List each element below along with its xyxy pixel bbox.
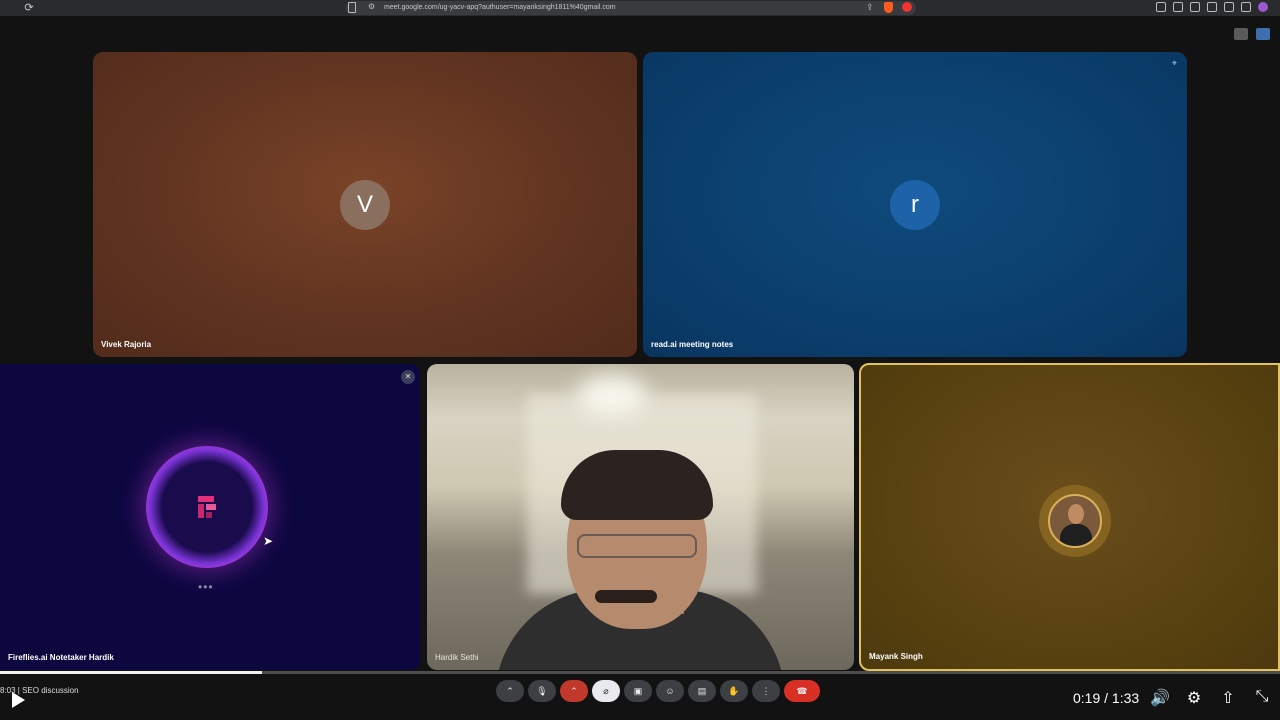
leo-icon[interactable] [1258,2,1268,12]
bottom-bar: 8:03 | SEO discussion ⌃ 🎙 ⌃ ⌀ ▣ ☺ ▤ ✋ ⋮ … [0,674,1280,720]
camera-options-button[interactable]: ⌃ [560,680,588,702]
participant-tile-read-ai[interactable]: ⌖ r read.ai meeting notes [643,52,1187,357]
tab-icon[interactable] [1173,2,1183,12]
apps-icon[interactable] [1256,28,1270,40]
avatar [1048,494,1102,548]
mic-off-icon: ✕ [401,370,415,384]
participant-name: Fireflies.ai Notetaker Hardik [8,653,114,662]
emoji-button[interactable]: ☺ [656,680,684,702]
raise-hand-button[interactable]: ✋ [720,680,748,702]
fullscreen-exit-icon[interactable]: ⤡ [1252,688,1272,708]
playback-time: 0:19 / 1:33 [1073,690,1140,706]
reload-icon[interactable]: ⟳ [22,1,36,15]
brave-shields-icon[interactable] [884,2,893,13]
volume-icon[interactable]: 🔊 [1150,688,1170,708]
captions-icon[interactable] [1234,28,1248,40]
participant-tile-vivek[interactable]: V Vivek Rajoria [93,52,637,357]
window-icon[interactable] [1207,2,1217,12]
present-button[interactable]: ▣ [624,680,652,702]
site-info-icon[interactable]: ⚙ [368,2,375,11]
participant-tile-video[interactable]: Hardik Sethi [427,364,854,670]
mic-button[interactable]: 🎙 [528,680,556,702]
pin-icon[interactable]: ⌖ [1172,58,1177,69]
share-icon[interactable]: ⇧ [1218,688,1238,708]
bookmark-icon[interactable] [348,2,356,13]
fireflies-logo-icon [198,496,216,518]
participant-name: Mayank Singh [869,652,923,661]
brave-rewards-icon[interactable] [902,2,912,12]
mouse-cursor-icon: ➤ [263,534,274,548]
play-icon[interactable] [12,692,25,708]
participant-name: Hardik Sethi [435,653,479,662]
browser-toolbar: ⟳ ⚙ meet.google.com/ug-yacv-apq?authuser… [0,0,1280,16]
mic-settings-button[interactable]: ⌃ [496,680,524,702]
browser-extensions [1156,2,1268,12]
avatar-torso [1060,524,1092,546]
fireflies-ring [146,446,268,568]
vpn-icon[interactable] [1241,2,1251,12]
share-icon[interactable]: ⇪ [866,2,874,13]
mustache [595,590,657,603]
camera-off-button[interactable]: ⌀ [592,680,620,702]
participant-tile-mayank[interactable]: Mayank Singh [859,363,1280,671]
url-text[interactable]: meet.google.com/ug-yacv-apq?authuser=may… [384,2,616,14]
sidebar-icon[interactable] [1190,2,1200,12]
player-controls: 🔊 ⚙ ⇧ ⤡ [1150,688,1272,708]
avatar: r [890,180,940,230]
settings-icon[interactable]: ⚙ [1184,688,1204,708]
avatar: V [340,180,390,230]
meet-top-icons [1234,28,1270,40]
ceiling-light [577,374,647,414]
loading-dots: ••• [198,580,214,594]
call-controls: ⌃ 🎙 ⌃ ⌀ ▣ ☺ ▤ ✋ ⋮ ☎ [496,680,820,702]
extension-icon[interactable] [1224,2,1234,12]
person-hair [561,450,713,520]
more-options-button[interactable]: ⋮ [752,680,780,702]
end-call-button[interactable]: ☎ [784,680,820,702]
participant-name: Vivek Rajoria [101,340,152,349]
participant-name: read.ai meeting notes [651,340,734,349]
chat-icon[interactable] [1156,2,1166,12]
captions-button[interactable]: ▤ [688,680,716,702]
avatar-head [1068,504,1084,524]
glasses [577,534,697,558]
participant-tile-fireflies[interactable]: ✕ ••• ➤ Fireflies.ai Notetaker Hardik [0,364,420,670]
